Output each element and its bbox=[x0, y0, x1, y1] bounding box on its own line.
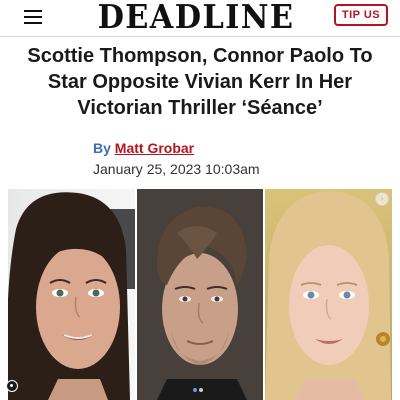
tip-us-button[interactable]: TIP US bbox=[334, 4, 388, 26]
carousel-dot bbox=[199, 388, 203, 392]
carousel-dot-active bbox=[193, 388, 197, 392]
cast-photo-2-image bbox=[137, 189, 263, 400]
cast-photo-1 bbox=[8, 189, 135, 400]
site-header: DEADLINE TIP US bbox=[0, 0, 400, 36]
byline-prefix: By bbox=[93, 140, 111, 156]
byline: By Matt Grobar bbox=[93, 139, 194, 157]
photo-carousel[interactable] bbox=[8, 189, 392, 400]
chevron-right-icon[interactable]: › bbox=[375, 192, 389, 206]
reel-icon[interactable] bbox=[6, 380, 18, 392]
menu-line bbox=[24, 16, 42, 18]
cast-photo-3-image bbox=[265, 189, 392, 400]
site-logo[interactable]: DEADLINE bbox=[97, 0, 296, 35]
publish-date: January 25, 2023 10:03am bbox=[93, 161, 260, 177]
article-headline: Scottie Thompson, Connor Paolo To Star O… bbox=[27, 45, 373, 119]
menu-line bbox=[24, 10, 42, 12]
cast-photo-2 bbox=[137, 189, 263, 400]
cast-photo-3 bbox=[265, 189, 392, 400]
menu-line bbox=[24, 22, 42, 24]
author-link[interactable]: Matt Grobar bbox=[115, 140, 194, 156]
header-divider bbox=[0, 36, 400, 37]
cast-photo-1-image bbox=[8, 189, 135, 400]
hamburger-menu-icon[interactable] bbox=[24, 10, 44, 25]
